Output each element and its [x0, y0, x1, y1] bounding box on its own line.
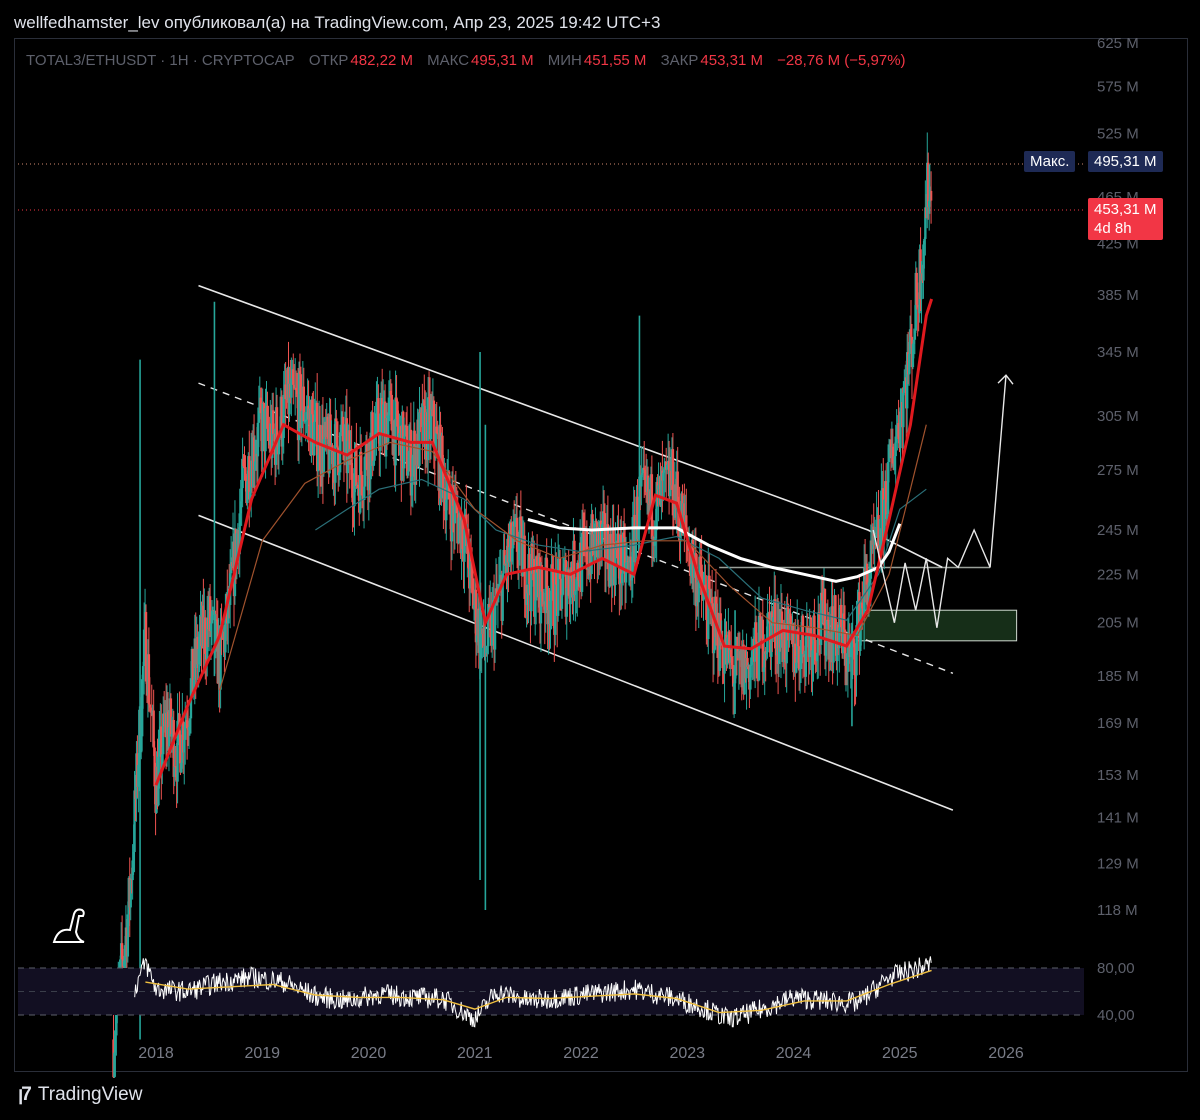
max-price-label: Макс. — [1024, 151, 1076, 172]
y-tick-label: 205 M — [1097, 615, 1139, 632]
candle-body — [560, 594, 564, 609]
x-tick-label: 2021 — [457, 1045, 493, 1062]
y-tick-label: 385 M — [1097, 287, 1139, 304]
x-tick-label: 2023 — [669, 1045, 705, 1062]
x-tick-label: 2026 — [988, 1045, 1024, 1062]
max-price-value: 495,31 M — [1088, 151, 1163, 172]
dino-icon[interactable] — [50, 904, 90, 951]
candle-body — [282, 394, 285, 439]
y-tick-label: 141 M — [1097, 809, 1139, 826]
x-tick-label: 2025 — [882, 1045, 918, 1062]
last-price-value: 453,31 M — [1094, 201, 1157, 218]
candles — [112, 132, 933, 1095]
symbol-label: TOTAL3/ETHUSDT · 1H · CRYPTOCAP — [26, 52, 295, 69]
brand-label: TradingView — [37, 1084, 143, 1105]
candle-body — [336, 421, 339, 448]
low-label: МИН — [547, 52, 582, 69]
high-label: МАКС — [427, 52, 470, 69]
ohlc-legend: TOTAL3/ETHUSDT · 1H · CRYPTOCAP ОТКР 482,… — [26, 52, 916, 69]
price-chart[interactable]: 625 M575 M525 M465 M425 M385 M345 M305 M… — [0, 0, 1200, 1120]
candle-body — [558, 558, 562, 580]
y-tick-label: 625 M — [1097, 35, 1139, 52]
candle-body — [335, 418, 338, 422]
low-value: 451,55 M — [583, 52, 647, 69]
y-tick-label: 225 M — [1097, 566, 1139, 583]
close-value: 453,31 M — [700, 52, 763, 69]
y-tick-label: 275 M — [1097, 462, 1139, 479]
footer — [0, 1078, 1200, 1120]
x-tick-label: 2020 — [351, 1045, 387, 1062]
y-tick-label: 245 M — [1097, 522, 1139, 539]
close-label: ЗАКР — [660, 52, 699, 69]
last-price-label: 453,31 M 4d 8h — [1088, 198, 1163, 240]
y-tick-label: 305 M — [1097, 408, 1139, 425]
tv-icon: ꞁ7 — [18, 1084, 32, 1105]
x-tick-label: 2019 — [244, 1045, 280, 1062]
y-tick-label: 345 M — [1097, 344, 1139, 361]
candle-body — [148, 704, 152, 708]
candle-body — [902, 392, 905, 428]
y-tick-label: 129 M — [1097, 856, 1139, 873]
x-tick-label: 2024 — [776, 1045, 812, 1062]
tradingview-logo[interactable]: ꞁ7 TradingView — [18, 1083, 142, 1106]
open-label: ОТКР — [308, 52, 349, 69]
x-tick-label: 2018 — [138, 1045, 174, 1062]
y-tick-label: 525 M — [1097, 126, 1139, 143]
y-tick-label: 185 M — [1097, 668, 1139, 685]
rsi-level-label: 40,00 — [1097, 1007, 1135, 1024]
candle-body — [832, 629, 835, 663]
open-value: 482,22 M — [350, 52, 413, 69]
max-tag: Макс. — [1030, 153, 1070, 170]
y-tick-label: 575 M — [1097, 78, 1139, 95]
y-tick-label: 153 M — [1097, 767, 1139, 784]
countdown: 4d 8h — [1094, 220, 1132, 237]
change-value: −28,76 M (−5,97%) — [777, 52, 906, 69]
rsi-level-label: 80,00 — [1097, 960, 1135, 977]
max-value: 495,31 M — [1094, 153, 1157, 170]
x-tick-label: 2022 — [563, 1045, 599, 1062]
y-tick-label: 118 M — [1097, 902, 1138, 919]
candle-body — [406, 470, 410, 476]
ema-red-line — [154, 298, 934, 786]
high-value: 495,31 M — [471, 52, 534, 69]
y-tick-label: 169 M — [1097, 715, 1139, 732]
